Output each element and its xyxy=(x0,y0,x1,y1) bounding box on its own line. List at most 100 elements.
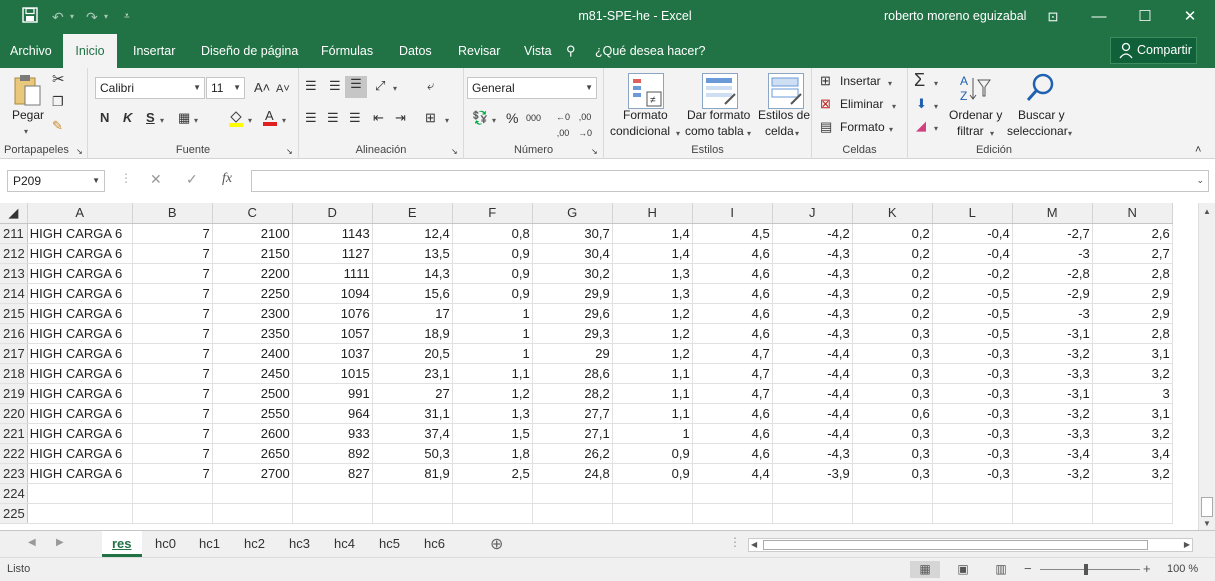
cell-l220[interactable]: -0,3 xyxy=(932,403,1013,424)
cell-j224[interactable] xyxy=(772,483,853,504)
row-header[interactable]: 215 xyxy=(0,303,28,324)
cell-a216[interactable]: HIGH CARGA 6 xyxy=(27,323,133,344)
cell-j215[interactable]: -4,3 xyxy=(772,303,853,324)
user-name[interactable]: roberto moreno eguizabal xyxy=(884,9,1026,23)
cell-d219[interactable]: 991 xyxy=(292,383,373,404)
cell-d217[interactable]: 1037 xyxy=(292,343,373,364)
cell-n222[interactable]: 3,4 xyxy=(1092,443,1173,464)
cell-d213[interactable]: 1111 xyxy=(292,263,373,284)
horizontal-scrollbar[interactable]: ◀ ▶ xyxy=(748,538,1193,552)
sheet-tab-hc6[interactable]: hc6 xyxy=(414,531,455,557)
maximize-icon[interactable]: ☐ xyxy=(1133,6,1157,28)
cell-d218[interactable]: 1015 xyxy=(292,363,373,384)
find-select-label-2[interactable]: seleccionar xyxy=(1007,124,1068,138)
cell-g221[interactable]: 27,1 xyxy=(532,423,613,444)
align-center-icon[interactable]: ☰ xyxy=(327,110,339,126)
cell-i222[interactable]: 4,6 xyxy=(692,443,773,464)
tab-diseno-pagina[interactable]: Diseño de página xyxy=(191,34,308,68)
cell-k216[interactable]: 0,3 xyxy=(852,323,933,344)
cell-h224[interactable] xyxy=(612,483,693,504)
cell-e218[interactable]: 23,1 xyxy=(372,363,453,384)
cell-e213[interactable]: 14,3 xyxy=(372,263,453,284)
shrink-font-icon[interactable]: A˅ xyxy=(276,81,290,97)
dialog-launcher-icon[interactable]: ↘ xyxy=(286,144,293,160)
cell-l214[interactable]: -0,5 xyxy=(932,283,1013,304)
cell-b216[interactable]: 7 xyxy=(132,323,213,344)
cell-g213[interactable]: 30,2 xyxy=(532,263,613,284)
tab-insertar[interactable]: Insertar xyxy=(123,34,185,68)
tab-formulas[interactable]: Fórmulas xyxy=(311,34,383,68)
cell-l223[interactable]: -0,3 xyxy=(932,463,1013,484)
cell-f218[interactable]: 1,1 xyxy=(452,363,533,384)
cell-d212[interactable]: 1127 xyxy=(292,243,373,264)
cell-l222[interactable]: -0,3 xyxy=(932,443,1013,464)
cell-m211[interactable]: -2,7 xyxy=(1012,223,1093,244)
cell-m216[interactable]: -3,1 xyxy=(1012,323,1093,344)
merge-center-icon[interactable]: ⊞ xyxy=(425,110,436,126)
cell-a221[interactable]: HIGH CARGA 6 xyxy=(27,423,133,444)
cell-e224[interactable] xyxy=(372,483,453,504)
cell-j222[interactable]: -4,3 xyxy=(772,443,853,464)
cell-j218[interactable]: -4,4 xyxy=(772,363,853,384)
increase-indent-icon[interactable]: ⇥ xyxy=(395,110,406,126)
cell-d222[interactable]: 892 xyxy=(292,443,373,464)
cell-i225[interactable] xyxy=(692,503,773,524)
ribbon-display-icon[interactable]: ⊡ xyxy=(1041,6,1065,28)
cell-l221[interactable]: -0,3 xyxy=(932,423,1013,444)
cell-e223[interactable]: 81,9 xyxy=(372,463,453,484)
cell-m225[interactable] xyxy=(1012,503,1093,524)
orientation-dropdown-icon[interactable]: ▾ xyxy=(393,81,397,97)
cell-i218[interactable]: 4,7 xyxy=(692,363,773,384)
vertical-scrollbar[interactable]: ▲ ▼ xyxy=(1198,203,1215,530)
cell-g218[interactable]: 28,6 xyxy=(532,363,613,384)
align-bottom-icon[interactable]: ☰ xyxy=(345,76,367,98)
cell-b212[interactable]: 7 xyxy=(132,243,213,264)
row-header[interactable]: 216 xyxy=(0,323,28,344)
cell-l212[interactable]: -0,4 xyxy=(932,243,1013,264)
cell-a222[interactable]: HIGH CARGA 6 xyxy=(27,443,133,464)
cancel-icon[interactable]: ✕ xyxy=(150,171,162,188)
row-header[interactable]: 218 xyxy=(0,363,28,384)
cell-c211[interactable]: 2100 xyxy=(212,223,293,244)
expand-formula-icon[interactable]: ⌄ xyxy=(1196,175,1204,186)
sheet-tab-hc5[interactable]: hc5 xyxy=(369,531,410,557)
cell-f223[interactable]: 2,5 xyxy=(452,463,533,484)
cell-h211[interactable]: 1,4 xyxy=(612,223,693,244)
tab-archivo[interactable]: Archivo xyxy=(0,34,62,68)
tell-me-search[interactable]: ¿Qué desea hacer? xyxy=(585,34,716,68)
minimize-icon[interactable]: — xyxy=(1087,6,1111,28)
cell-c213[interactable]: 2200 xyxy=(212,263,293,284)
accounting-dropdown-icon[interactable]: ▾ xyxy=(492,113,496,129)
insert-cells-icon[interactable]: ⊞ xyxy=(820,73,831,89)
zoom-out-icon[interactable]: − xyxy=(1024,561,1032,576)
delete-cells-label[interactable]: Eliminar xyxy=(840,97,883,111)
cell-b214[interactable]: 7 xyxy=(132,283,213,304)
cell-k211[interactable]: 0,2 xyxy=(852,223,933,244)
cell-m212[interactable]: -3 xyxy=(1012,243,1093,264)
row-header[interactable]: 220 xyxy=(0,403,28,424)
cell-i212[interactable]: 4,6 xyxy=(692,243,773,264)
align-middle-icon[interactable]: ☰ xyxy=(329,78,341,94)
cell-d220[interactable]: 964 xyxy=(292,403,373,424)
sheet-tab-hc3[interactable]: hc3 xyxy=(279,531,320,557)
cell-f225[interactable] xyxy=(452,503,533,524)
column-header-d[interactable]: D xyxy=(292,203,373,224)
cell-h222[interactable]: 0,9 xyxy=(612,443,693,464)
dialog-launcher-icon[interactable]: ↘ xyxy=(76,144,83,160)
column-header-b[interactable]: B xyxy=(132,203,213,224)
cell-j221[interactable]: -4,4 xyxy=(772,423,853,444)
cut-icon[interactable]: ✂ xyxy=(52,72,65,88)
cell-n225[interactable] xyxy=(1092,503,1173,524)
cell-m220[interactable]: -3,2 xyxy=(1012,403,1093,424)
cell-n219[interactable]: 3 xyxy=(1092,383,1173,404)
cell-b223[interactable]: 7 xyxy=(132,463,213,484)
cell-b218[interactable]: 7 xyxy=(132,363,213,384)
sheet-tab-hc2[interactable]: hc2 xyxy=(234,531,275,557)
enter-icon[interactable]: ✓ xyxy=(186,171,198,188)
conditional-format-icon[interactable]: ≠ xyxy=(628,73,664,109)
orientation-icon[interactable]: ⤢ xyxy=(375,78,385,94)
row-header[interactable]: 224 xyxy=(0,483,28,504)
cell-c218[interactable]: 2450 xyxy=(212,363,293,384)
share-button[interactable]: Compartir xyxy=(1110,37,1197,64)
normal-view-icon[interactable]: ▦ xyxy=(910,561,940,578)
